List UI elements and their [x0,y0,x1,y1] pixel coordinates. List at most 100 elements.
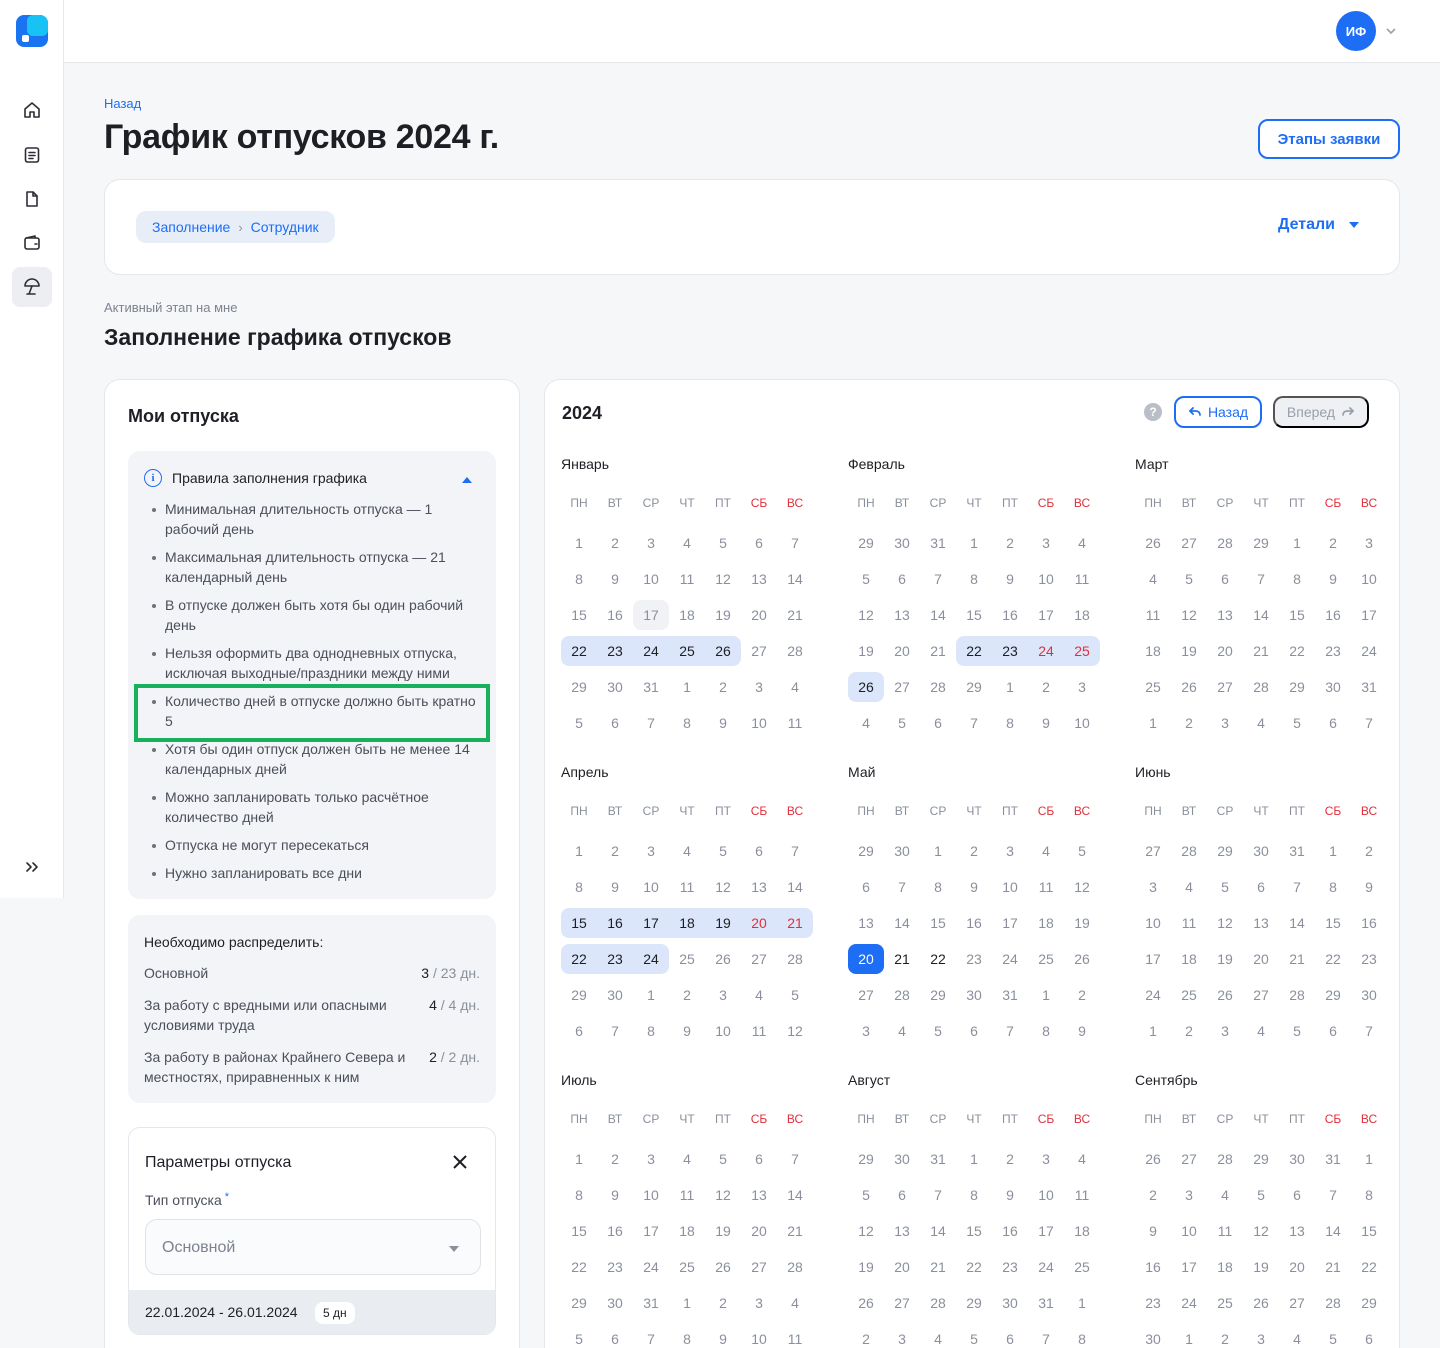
calendar-day[interactable]: 11 [669,564,705,594]
calendar-day[interactable]: 21 [777,1216,813,1246]
calendar-day[interactable]: 26 [1135,528,1171,558]
calendar-day[interactable]: 19 [705,600,741,630]
calendar-day[interactable]: 11 [1064,564,1100,594]
calendar-day[interactable]: 6 [920,708,956,738]
calendar-day[interactable]: 2 [1171,708,1207,738]
calendar-day[interactable]: 31 [992,980,1028,1010]
calendar-day[interactable]: 10 [633,1180,669,1210]
calendar-day[interactable]: 8 [1028,1016,1064,1046]
calendar-day[interactable]: 15 [920,908,956,938]
calendar-day[interactable]: 31 [1028,1288,1064,1318]
calendar-day[interactable]: 6 [597,1324,633,1348]
calendar-day[interactable]: 25 [1064,636,1100,666]
home-icon[interactable] [12,90,52,130]
calendar-day[interactable]: 28 [1207,1144,1243,1174]
calendar-day[interactable]: 3 [1351,528,1387,558]
calendar-day[interactable]: 5 [705,1144,741,1174]
calendar-day[interactable]: 16 [1135,1252,1171,1282]
calendar-day[interactable]: 9 [669,1016,705,1046]
calendar-day[interactable]: 29 [956,1288,992,1318]
calendar-day[interactable]: 25 [669,636,705,666]
calendar-day[interactable]: 25 [1207,1288,1243,1318]
calendar-day[interactable]: 2 [1315,528,1351,558]
calendar-day[interactable]: 3 [1028,1144,1064,1174]
calendar-day[interactable]: 22 [1315,944,1351,974]
calendar-day[interactable]: 17 [1135,944,1171,974]
calendar-day[interactable]: 2 [956,836,992,866]
calendar-day[interactable]: 14 [777,872,813,902]
calendar-day[interactable]: 26 [705,944,741,974]
calendar-day[interactable]: 4 [777,672,813,702]
calendar-day[interactable]: 10 [741,1324,777,1348]
calendar-day[interactable]: 27 [884,672,920,702]
calendar-day[interactable]: 2 [848,1324,884,1348]
calendar-day[interactable]: 30 [1279,1144,1315,1174]
chevron-down-icon[interactable] [1384,24,1398,38]
calendar-day[interactable]: 25 [1064,1252,1100,1282]
calendar-day[interactable]: 26 [1171,672,1207,702]
calendar-day[interactable]: 6 [741,836,777,866]
calendar-day[interactable]: 3 [848,1016,884,1046]
calendar-day[interactable]: 28 [1243,672,1279,702]
calendar-day[interactable]: 4 [669,528,705,558]
calendar-day[interactable]: 29 [1315,980,1351,1010]
calendar-day[interactable]: 6 [1315,708,1351,738]
avatar[interactable]: ИФ [1336,11,1376,51]
calendar-day[interactable]: 28 [777,1252,813,1282]
calendar-day[interactable]: 6 [1351,1324,1387,1348]
calendar-day[interactable]: 8 [669,708,705,738]
calendar-day[interactable]: 2 [597,528,633,558]
calendar-day[interactable]: 1 [956,1144,992,1174]
vacation-range[interactable]: 22.01.2024 - 26.01.2024 5 дн [129,1290,495,1334]
calendar-day[interactable]: 15 [956,600,992,630]
calendar-day[interactable]: 4 [1207,1180,1243,1210]
calendar-day[interactable]: 11 [1028,872,1064,902]
calendar-day[interactable]: 13 [848,908,884,938]
calendar-day[interactable]: 2 [1171,1016,1207,1046]
calendar-day[interactable]: 20 [1243,944,1279,974]
document-list-icon[interactable] [12,135,52,175]
calendar-day[interactable]: 31 [1315,1144,1351,1174]
calendar-day[interactable]: 27 [884,1288,920,1318]
calendar-day[interactable]: 17 [1171,1252,1207,1282]
calendar-day[interactable]: 9 [956,872,992,902]
breadcrumb-item-employee[interactable]: Сотрудник [251,219,319,235]
calendar-day[interactable]: 19 [1171,636,1207,666]
calendar-day[interactable]: 1 [1279,528,1315,558]
calendar-day[interactable]: 11 [777,1324,813,1348]
calendar-day[interactable]: 13 [1279,1216,1315,1246]
calendar-day[interactable]: 7 [1243,564,1279,594]
calendar-day[interactable]: 20 [1279,1252,1315,1282]
calendar-day[interactable]: 31 [1279,836,1315,866]
calendar-day[interactable]: 17 [1028,1216,1064,1246]
calendar-day[interactable]: 3 [1028,528,1064,558]
calendar-day[interactable]: 12 [1064,872,1100,902]
calendar-day[interactable]: 23 [1315,636,1351,666]
calendar-day[interactable]: 2 [1064,980,1100,1010]
calendar-day[interactable]: 7 [777,836,813,866]
help-icon[interactable]: ? [1144,403,1162,421]
calendar-day[interactable]: 22 [561,636,597,666]
calendar-day[interactable]: 8 [561,872,597,902]
calendar-day[interactable]: 29 [561,980,597,1010]
calendar-day[interactable]: 5 [561,1324,597,1348]
calendar-day[interactable]: 5 [956,1324,992,1348]
calendar-day[interactable]: 16 [1315,600,1351,630]
calendar-day[interactable]: 26 [1207,980,1243,1010]
calendar-day[interactable]: 12 [705,872,741,902]
calendar-day[interactable]: 1 [1315,836,1351,866]
calendar-day[interactable]: 27 [741,944,777,974]
calendar-day[interactable]: 24 [633,636,669,666]
calendar-day[interactable]: 4 [920,1324,956,1348]
calendar-day[interactable]: 12 [705,1180,741,1210]
calendar-day[interactable]: 29 [1279,672,1315,702]
calendar-day[interactable]: 23 [992,1252,1028,1282]
calendar-day[interactable]: 2 [1207,1324,1243,1348]
calendar-day[interactable]: 6 [884,564,920,594]
calendar-day[interactable]: 5 [561,708,597,738]
calendar-day[interactable]: 5 [1279,1016,1315,1046]
calendar-day[interactable]: 5 [884,708,920,738]
calendar-day[interactable]: 7 [1279,872,1315,902]
calendar-day[interactable]: 25 [669,944,705,974]
calendar-day[interactable]: 7 [1315,1180,1351,1210]
